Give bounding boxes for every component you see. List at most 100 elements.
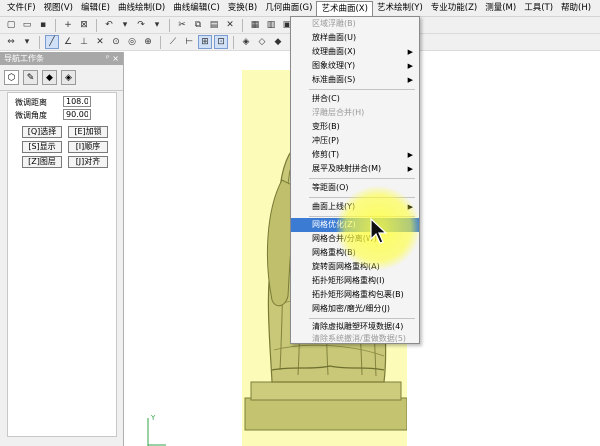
menu-measure[interactable]: 测量(M) — [481, 1, 520, 16]
menu-item-standard-surface[interactable]: 标准曲面(S) ▶ — [291, 73, 419, 87]
pin-icon[interactable]: ᴾ — [106, 52, 109, 65]
menu-item-label: 网格加密/磨光/细分(J) — [312, 304, 390, 313]
toolbar-separator — [96, 18, 97, 32]
tab-shape-icon[interactable]: ◆ — [42, 70, 57, 85]
angle-label: 微调角度 — [15, 111, 47, 120]
tab-edit-icon[interactable]: ✎ — [23, 70, 38, 85]
arrow-move-icon[interactable]: ⇔ — [4, 35, 18, 49]
menu-item-offset-surface[interactable]: 等距面(O) — [291, 181, 419, 195]
menu-item-topo-rect-mesh-rebuild[interactable]: 拓扑矩形网格重构(I) — [291, 274, 419, 288]
menu-item-region-relief[interactable]: 区域浮雕(B) — [291, 17, 419, 31]
menu-item-label: 清除虚拟雕塑环境数据(4) — [312, 322, 404, 331]
menu-item-mesh-refine[interactable]: 网格加密/磨光/细分(J) — [291, 302, 419, 316]
render-mixed-icon[interactable]: ◆ — [271, 35, 285, 49]
toolbar-separator — [55, 18, 56, 32]
menu-item-deform[interactable]: 变形(B) — [291, 120, 419, 134]
menu-item-clear-sculpt-data[interactable]: 清除虚拟雕塑环境数据(4) — [291, 320, 419, 334]
intersect-icon[interactable]: ✕ — [93, 35, 107, 49]
menu-file[interactable]: 文件(F) — [3, 1, 40, 16]
lock-button[interactable]: [E]加锁 — [68, 126, 108, 138]
menu-edit[interactable]: 编辑(E) — [77, 1, 114, 16]
menu-item-merge[interactable]: 拼合(C) — [291, 92, 419, 106]
order-button[interactable]: [I]顺序 — [68, 141, 108, 153]
node-snap-icon[interactable]: ⊡ — [214, 35, 228, 49]
distance-field: 微调距离 — [11, 96, 111, 108]
menu-item-label: 放样曲面(U) — [312, 33, 357, 42]
toolbar-separator — [39, 35, 40, 49]
menu-item-clear-undo-data[interactable]: 清除系统撤消/重做数据(5) — [291, 333, 419, 344]
menu-curve-edit[interactable]: 曲线编辑(C) — [169, 1, 224, 16]
panel-tabs: ⬡ ✎ ◆ ◈ — [0, 65, 123, 91]
layer-button[interactable]: [Z]图层 — [22, 156, 62, 168]
crosshair-icon[interactable]: + — [61, 18, 75, 32]
menu-help[interactable]: 帮助(H) — [557, 1, 595, 16]
select-button[interactable]: [Q]选择 — [22, 126, 62, 138]
angle-line-icon[interactable]: ∠ — [61, 35, 75, 49]
menu-item-mesh-rebuild[interactable]: 网格重构(B) — [291, 246, 419, 260]
delete-icon[interactable]: ✕ — [223, 18, 237, 32]
menu-item-relief-layer-merge[interactable]: 浮雕层合并(H) — [291, 106, 419, 120]
menu-item-trim[interactable]: 修剪(T) ▶ — [291, 148, 419, 162]
menu-view[interactable]: 视图(V) — [40, 1, 77, 16]
mouse-cursor-icon — [370, 218, 388, 244]
close-icon[interactable]: × — [112, 52, 119, 65]
menu-item-revolve-mesh-rebuild[interactable]: 旋转面网格重构(A) — [291, 260, 419, 274]
menu-transform[interactable]: 变换(B) — [224, 1, 261, 16]
submenu-arrow-icon: ▶ — [407, 151, 413, 159]
box-cross-icon[interactable]: ⊠ — [77, 18, 91, 32]
toolbar-separator — [242, 18, 243, 32]
render-wire-icon[interactable]: ◇ — [255, 35, 269, 49]
menu-geometric-surface[interactable]: 几何曲面(G) — [261, 1, 316, 16]
toolbar-separator — [160, 35, 161, 49]
menu-professional[interactable]: 专业功能(Z) — [427, 1, 481, 16]
distance-label: 微调距离 — [15, 98, 47, 107]
redo-dropdown-icon[interactable]: ▾ — [150, 18, 164, 32]
new-file-icon[interactable]: ▢ — [4, 18, 18, 32]
target-icon[interactable]: ◎ — [125, 35, 139, 49]
menu-item-loft-surface[interactable]: 放样曲面(U) — [291, 31, 419, 45]
menu-item-mesh-merge-split[interactable]: 网格合并/分离(W) — [291, 232, 419, 246]
menu-art-draw[interactable]: 艺术绘制(Y) — [373, 1, 427, 16]
tab-node-icon[interactable]: ⬡ — [4, 70, 19, 85]
redo-icon[interactable]: ↷ — [134, 18, 148, 32]
layout-view-icon[interactable]: ▥ — [264, 18, 278, 32]
menu-separator — [309, 178, 415, 179]
menu-item-mesh-optimize[interactable]: 网格优化(Z) — [291, 218, 419, 232]
render-solid-icon[interactable]: ◈ — [239, 35, 253, 49]
menu-item-topo-rect-mesh-wrap[interactable]: 拓扑矩形网格重构包裹(B) — [291, 288, 419, 302]
menu-item-curve-on-surface[interactable]: 曲面上线(Y) ▶ — [291, 200, 419, 214]
undo-dropdown-icon[interactable]: ▾ — [118, 18, 132, 32]
angle-input[interactable] — [63, 109, 91, 120]
menu-art-surface[interactable]: 艺术曲面(X) — [316, 0, 373, 16]
circle-cross-icon[interactable]: ⊕ — [141, 35, 155, 49]
save-icon[interactable]: ▪ — [36, 18, 50, 32]
menu-curve-draw[interactable]: 曲线绘制(D) — [114, 1, 169, 16]
copy-icon[interactable]: ⧉ — [191, 18, 205, 32]
menu-tools[interactable]: 工具(T) — [520, 1, 557, 16]
grid-view-icon[interactable]: ▦ — [248, 18, 262, 32]
cut-icon[interactable]: ✂ — [175, 18, 189, 32]
arrow-dropdown-icon[interactable]: ▾ — [20, 35, 34, 49]
paste-icon[interactable]: ▤ — [207, 18, 221, 32]
menu-item-label: 拓扑矩形网格重构包裹(B) — [312, 290, 404, 299]
menu-item-stamp[interactable]: 冲压(P) — [291, 134, 419, 148]
menu-item-label: 展平及映射拼合(M) — [312, 164, 382, 173]
menu-item-flatten-map[interactable]: 展平及映射拼合(M) ▶ — [291, 162, 419, 176]
perpendicular-icon[interactable]: ⊥ — [77, 35, 91, 49]
circle-center-icon[interactable]: ⊙ — [109, 35, 123, 49]
snap-line-icon[interactable]: ⟋ — [166, 35, 180, 49]
distance-input[interactable] — [63, 96, 91, 107]
toolbar-separator — [169, 18, 170, 32]
open-file-icon[interactable]: ▭ — [20, 18, 34, 32]
submenu-arrow-icon: ▶ — [407, 48, 413, 56]
align-button[interactable]: [J]对齐 — [68, 156, 108, 168]
grid-snap-icon[interactable]: ⊞ — [198, 35, 212, 49]
menu-item-texture-surface[interactable]: 纹理曲面(X) ▶ — [291, 45, 419, 59]
undo-icon[interactable]: ↶ — [102, 18, 116, 32]
display-button[interactable]: [S]显示 — [22, 141, 62, 153]
dimension-icon[interactable]: ⊢ — [182, 35, 196, 49]
line-tool-icon[interactable]: ╱ — [45, 35, 59, 49]
tab-layer-icon[interactable]: ◈ — [61, 70, 76, 85]
menu-item-image-texture[interactable]: 图象纹理(Y) ▶ — [291, 59, 419, 73]
menu-item-label: 曲面上线(Y) — [312, 202, 356, 211]
